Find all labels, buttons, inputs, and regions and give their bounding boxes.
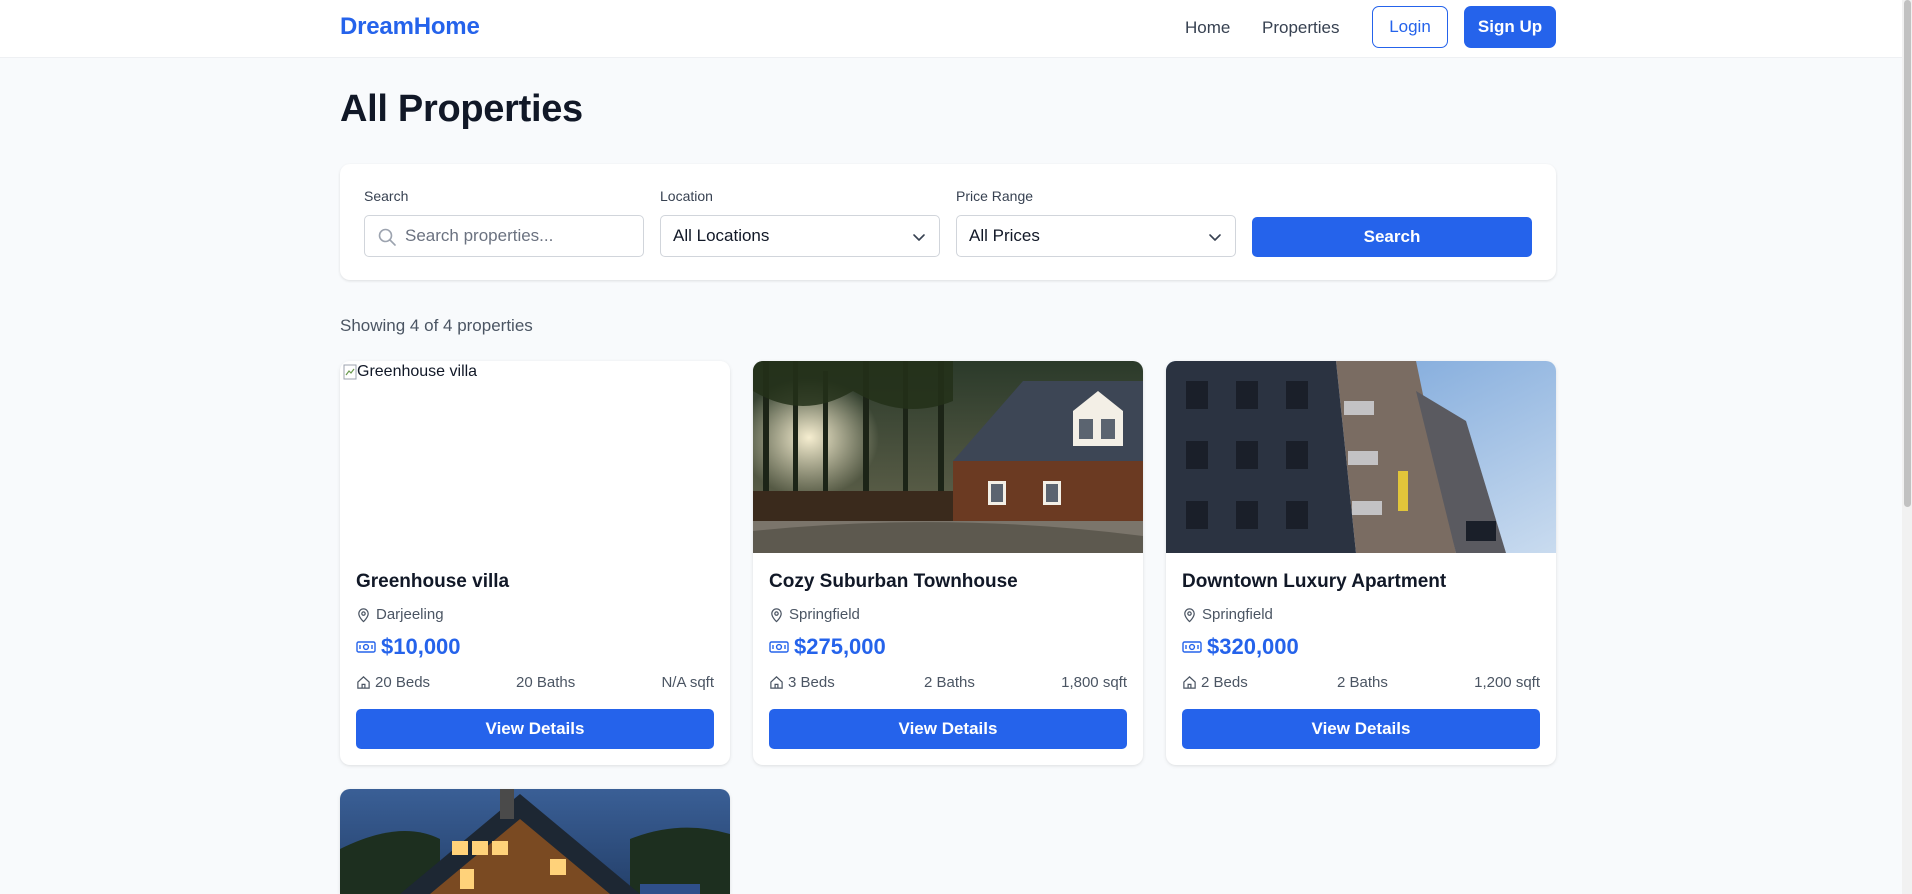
- property-baths: 2 Baths: [1337, 674, 1388, 691]
- banknote-icon: [356, 641, 376, 653]
- login-button[interactable]: Login: [1372, 6, 1448, 48]
- scrollbar-thumb[interactable]: [1904, 0, 1911, 507]
- property-title[interactable]: Downtown Luxury Apartment: [1182, 571, 1446, 593]
- home-icon: [770, 676, 783, 689]
- property-card: Cozy Suburban Townhouse Springfield $275…: [753, 361, 1143, 765]
- filter-panel: Search Search properties... Location All…: [340, 164, 1556, 280]
- location-value: All Locations: [673, 226, 770, 245]
- property-title[interactable]: Cozy Suburban Townhouse: [769, 571, 1018, 593]
- property-price: $10,000: [356, 634, 461, 660]
- banknote-icon: [769, 641, 789, 653]
- map-pin-icon: [771, 607, 782, 622]
- nav-link-properties[interactable]: Properties: [1262, 18, 1339, 38]
- search-placeholder: Search properties...: [405, 226, 554, 245]
- property-card: [340, 789, 730, 894]
- cabin-photo: [340, 789, 730, 894]
- property-image-broken: Greenhouse villa: [340, 361, 730, 553]
- broken-image-alt: Greenhouse villa: [343, 363, 477, 381]
- broken-image-icon: [343, 364, 357, 380]
- property-beds: 2 Beds: [1182, 674, 1248, 691]
- map-pin-icon: [358, 607, 369, 622]
- view-details-button[interactable]: View Details: [769, 709, 1127, 749]
- property-baths: 2 Baths: [924, 674, 975, 691]
- chevron-down-icon: [913, 234, 925, 241]
- map-pin-icon: [1184, 607, 1195, 622]
- property-location: Springfield: [769, 606, 860, 623]
- price-range-select[interactable]: All Prices: [956, 215, 1236, 257]
- property-card: Downtown Luxury Apartment Springfield $3…: [1166, 361, 1556, 765]
- property-title[interactable]: Greenhouse villa: [356, 571, 509, 593]
- signup-button[interactable]: Sign Up: [1464, 6, 1556, 48]
- property-price: $320,000: [1182, 634, 1299, 660]
- price-range-label: Price Range: [956, 188, 1034, 204]
- view-details-button[interactable]: View Details: [356, 709, 714, 749]
- townhouse-photo: [753, 361, 1143, 553]
- scrollbar[interactable]: [1902, 0, 1912, 894]
- nav-link-home[interactable]: Home: [1185, 18, 1230, 38]
- location-label: Location: [660, 188, 713, 204]
- property-beds: 20 Beds: [356, 674, 430, 691]
- price-range-value: All Prices: [969, 226, 1040, 245]
- home-icon: [1183, 676, 1196, 689]
- view-details-button[interactable]: View Details: [1182, 709, 1540, 749]
- search-icon: [378, 228, 396, 246]
- property-image[interactable]: [753, 361, 1143, 553]
- property-location: Darjeeling: [356, 606, 444, 623]
- navbar: DreamHome Home Properties Login Sign Up: [0, 0, 1902, 58]
- result-count: Showing 4 of 4 properties: [340, 316, 533, 335]
- chevron-down-icon: [1209, 234, 1221, 241]
- brand-logo[interactable]: DreamHome: [340, 13, 480, 41]
- property-location: Springfield: [1182, 606, 1273, 623]
- home-icon: [357, 676, 370, 689]
- search-input[interactable]: Search properties...: [364, 215, 644, 257]
- property-image[interactable]: [340, 789, 730, 894]
- banknote-icon: [1182, 641, 1202, 653]
- property-sqft: 1,200 sqft: [1474, 674, 1540, 691]
- search-button[interactable]: Search: [1252, 217, 1532, 257]
- page-title: All Properties: [340, 88, 583, 130]
- property-baths: 20 Baths: [516, 674, 576, 691]
- property-sqft: 1,800 sqft: [1061, 674, 1127, 691]
- property-price: $275,000: [769, 634, 886, 660]
- apartment-photo: [1166, 361, 1556, 553]
- property-beds: 3 Beds: [769, 674, 835, 691]
- location-select[interactable]: All Locations: [660, 215, 940, 257]
- property-sqft: N/A sqft: [661, 674, 714, 691]
- property-card: Greenhouse villa Greenhouse villa Darjee…: [340, 361, 730, 765]
- search-label: Search: [364, 188, 409, 204]
- property-image[interactable]: [1166, 361, 1556, 553]
